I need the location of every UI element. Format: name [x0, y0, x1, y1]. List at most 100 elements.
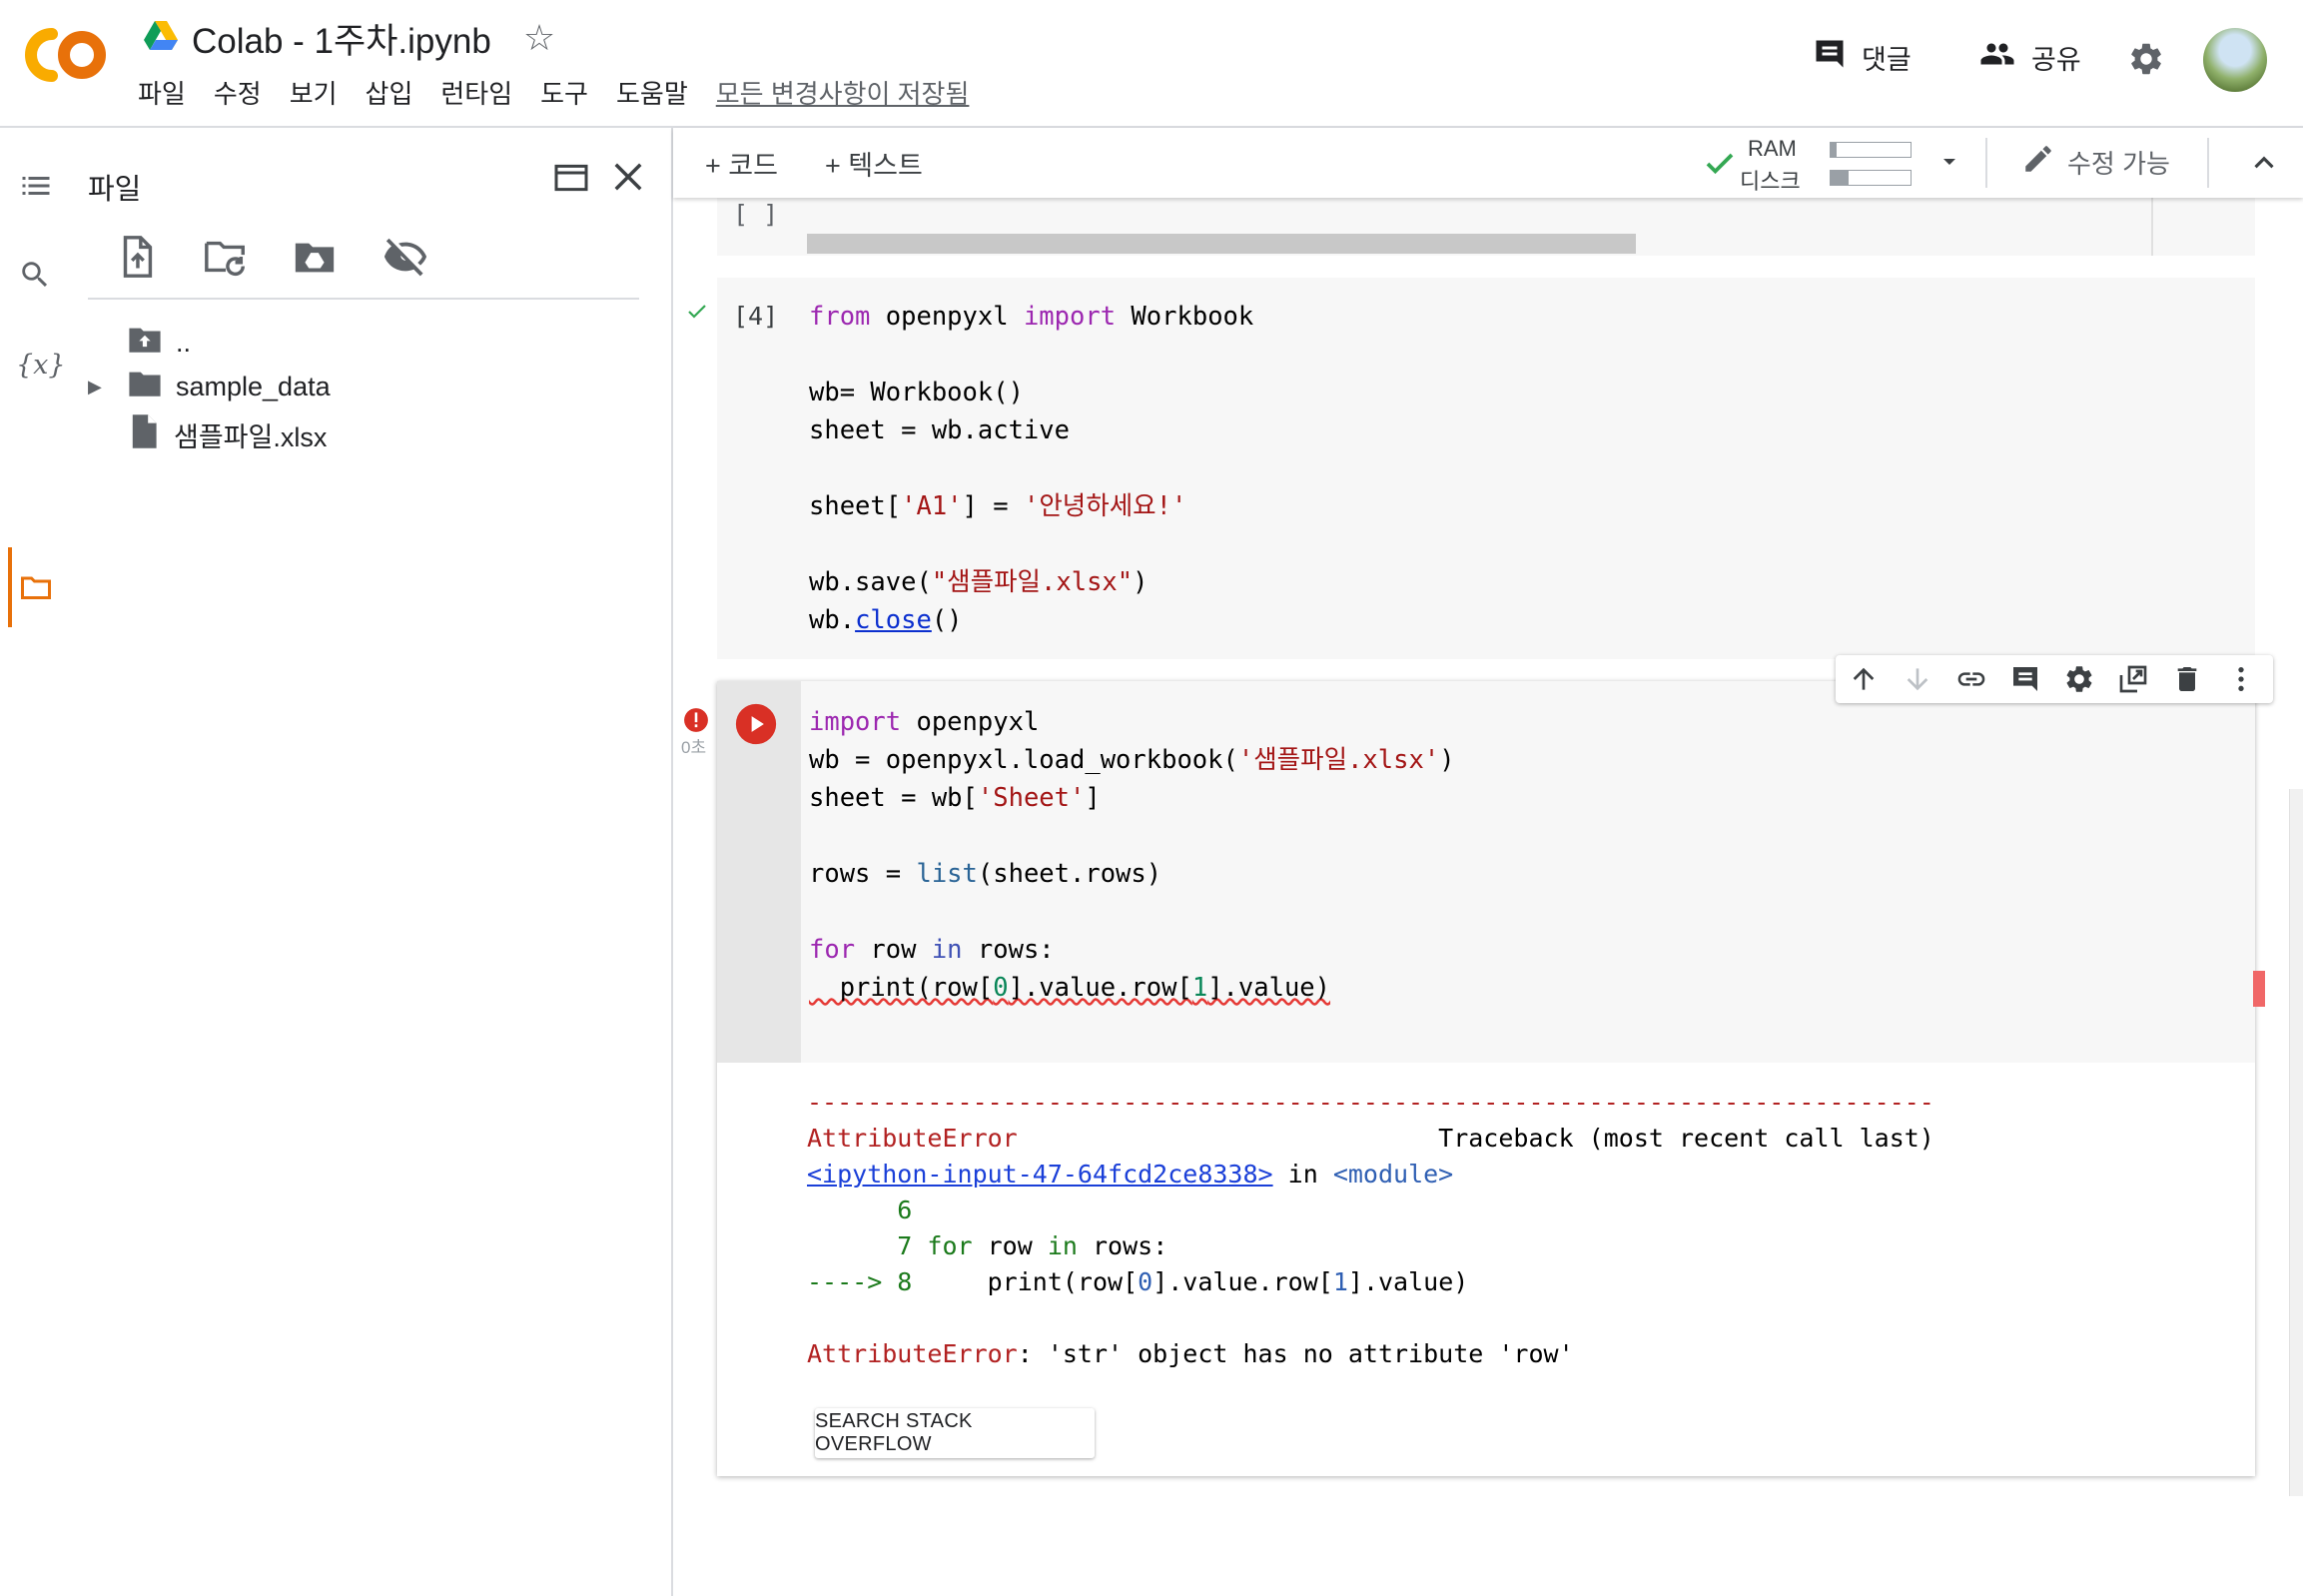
menu-insert[interactable]: 삽입: [366, 74, 413, 111]
ram-meter-fill: [1831, 143, 1838, 157]
output-text: ----> 8: [807, 1267, 913, 1296]
panel-divider: [88, 298, 639, 300]
code-token: '샘플파일.xlsx': [1237, 745, 1440, 775]
file-panel: 파일 .. ▶ sample_data 샘플파일.xlsx: [72, 128, 673, 1596]
share-label: 공유: [2031, 45, 2081, 75]
cell-settings-icon[interactable]: [2063, 663, 2095, 695]
code-token: print(row[: [809, 973, 994, 1003]
people-icon: [1977, 36, 2017, 79]
file-panel-title: 파일: [88, 174, 142, 206]
upload-file-icon[interactable]: [114, 234, 160, 280]
file-name: ..: [176, 327, 192, 358]
delete-icon[interactable]: [2171, 663, 2203, 695]
code-token[interactable]: close: [855, 605, 932, 635]
file-row-xlsx[interactable]: 샘플파일.xlsx: [130, 413, 327, 455]
code-token: '안녕하세요!': [1023, 491, 1187, 521]
code-token: for: [809, 935, 856, 965]
output-text: rows:: [1077, 1231, 1168, 1260]
code-token: sheet[: [809, 491, 902, 521]
run-cell-button[interactable]: [735, 703, 777, 750]
mount-drive-icon[interactable]: [292, 234, 338, 280]
comment-icon[interactable]: [2009, 663, 2041, 695]
code-token: 1: [1191, 973, 1208, 1003]
file-name: 샘플파일.xlsx: [174, 421, 328, 452]
close-icon[interactable]: [607, 156, 649, 203]
code-token: rows:: [962, 935, 1055, 965]
hide-files-icon[interactable]: [382, 234, 427, 280]
app-header: Colab - 1주차.ipynb ☆ 파일 수정 보기 삽입 런타임 도구 도…: [0, 0, 2303, 128]
search-icon[interactable]: [18, 258, 54, 294]
refresh-folder-icon[interactable]: [202, 234, 248, 280]
file-row-sample-data[interactable]: ▶ sample_data: [88, 366, 331, 407]
table-of-contents-icon[interactable]: [18, 168, 54, 204]
traceback-link[interactable]: <ipython-input-47-64fcd2ce8338>: [807, 1160, 1273, 1189]
code-token: openpyxl: [870, 302, 1024, 332]
disk-meter: [1830, 170, 1912, 186]
search-stack-overflow-button[interactable]: SEARCH STACK OVERFLOW: [815, 1408, 1095, 1458]
colab-logo[interactable]: [22, 24, 110, 86]
mirror-cell-icon[interactable]: [2117, 663, 2149, 695]
output-text: 1: [1332, 1267, 1348, 1296]
connected-check-icon: [1702, 146, 1738, 187]
ram-meter: [1830, 142, 1912, 158]
move-down-icon[interactable]: [1902, 663, 1933, 695]
horizontal-scrollbar[interactable]: [807, 234, 1636, 254]
link-icon[interactable]: [1955, 663, 1987, 695]
cell-edge: [2151, 198, 2153, 256]
notebook-title[interactable]: Colab - 1주차.ipynb: [192, 13, 491, 64]
output-text: in: [1272, 1160, 1333, 1189]
code-token: ].value): [1207, 973, 1331, 1003]
add-code-button[interactable]: + 코드: [705, 144, 778, 183]
code-token: list: [916, 859, 978, 889]
edit-mode-label: 수정 가능: [2067, 149, 2170, 179]
toolbar-divider: [1985, 138, 1987, 188]
error-output: ----------------------------------------…: [807, 1085, 1934, 1372]
code-token: 'Sheet': [977, 783, 1086, 813]
notebook-scrollbar[interactable]: [2289, 789, 2303, 1496]
avatar[interactable]: [2203, 28, 2267, 92]
menu-edit[interactable]: 수정: [214, 74, 262, 111]
code-token: row: [855, 935, 932, 965]
comment-button[interactable]: 댓글: [1812, 36, 1912, 79]
output-text: print(row[: [912, 1267, 1139, 1296]
collapse-header-icon[interactable]: [2247, 146, 2281, 185]
menu-tools[interactable]: 도구: [540, 74, 588, 111]
output-text: 7: [807, 1231, 928, 1260]
share-button[interactable]: 공유: [1977, 36, 2081, 79]
open-in-tab-icon[interactable]: [551, 158, 591, 203]
code-editor-active[interactable]: import openpyxl wb = openpyxl.load_workb…: [809, 703, 1455, 1007]
edit-mode-button[interactable]: 수정 가능: [2021, 142, 2170, 183]
active-indicator: [8, 547, 12, 627]
code-token: from: [809, 302, 871, 332]
menu-runtime[interactable]: 런타임: [440, 74, 512, 111]
gear-icon: [2127, 40, 2165, 85]
code-editor-cell-4[interactable]: from openpyxl import Workbook wb= Workbo…: [809, 298, 1253, 639]
resource-monitor[interactable]: RAM 디스크: [1740, 132, 1927, 194]
output-text: AttributeError: [807, 1339, 1018, 1368]
comment-label: 댓글: [1862, 45, 1912, 75]
code-token: import: [1023, 302, 1117, 332]
file-row-parent[interactable]: ..: [128, 322, 191, 364]
settings-button[interactable]: [2127, 40, 2165, 85]
output-text: Traceback (most recent call last): [1438, 1124, 1934, 1153]
file-icon: [130, 413, 158, 455]
cell-toolbar: [1836, 655, 2273, 703]
runtime-dropdown-icon[interactable]: [1937, 150, 1961, 179]
code-token: "샘플파일.xlsx": [931, 567, 1134, 597]
code-token: rows =: [809, 859, 917, 889]
menu-view[interactable]: 보기: [290, 74, 338, 111]
expand-arrow-icon[interactable]: ▶: [88, 377, 112, 398]
move-up-icon[interactable]: [1848, 663, 1880, 695]
code-token: (): [931, 605, 963, 635]
menu-file[interactable]: 파일: [138, 74, 186, 111]
menu-help[interactable]: 도움말: [616, 74, 688, 111]
folder-icon[interactable]: [18, 569, 54, 605]
more-options-icon[interactable]: [2225, 663, 2257, 695]
menu-bar: 파일 수정 보기 삽입 런타임 도구 도움말 모든 변경사항이 저장됨: [138, 74, 969, 111]
cell-prompt: [ ]: [733, 200, 779, 229]
variables-icon[interactable]: {x}: [16, 350, 66, 386]
save-status-link[interactable]: 모든 변경사항이 저장됨: [716, 74, 970, 111]
add-text-button[interactable]: + 텍스트: [825, 144, 923, 183]
notebook-toolbar: + 코드 + 텍스트 RAM 디스크 수정 가능: [673, 128, 2303, 198]
star-icon[interactable]: ☆: [523, 17, 555, 59]
